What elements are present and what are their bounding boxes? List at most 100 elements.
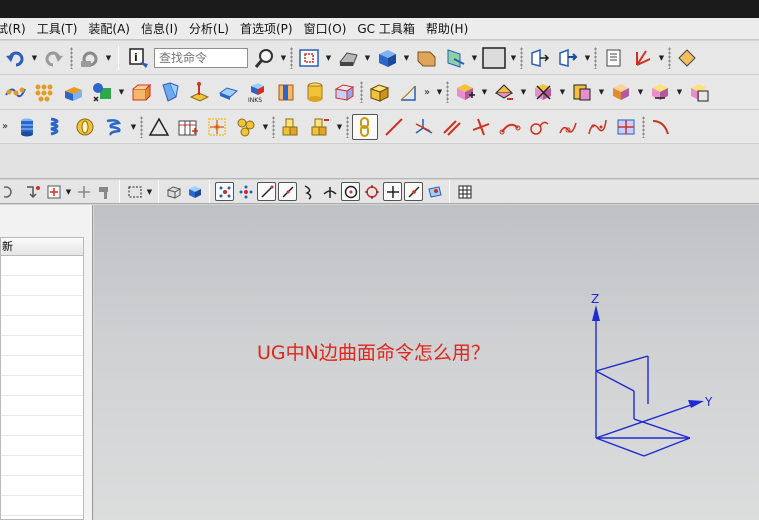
toolbar-grip[interactable] bbox=[70, 46, 73, 69]
sync-tool-2[interactable] bbox=[491, 79, 517, 105]
move-object-button[interactable] bbox=[526, 45, 552, 71]
snap-center-toggle[interactable] bbox=[341, 182, 360, 201]
snap-endpoint-toggle[interactable] bbox=[215, 182, 234, 201]
sync-tool-6-dropdown-arrow[interactable]: ▼ bbox=[676, 88, 683, 96]
undo-button[interactable] bbox=[2, 45, 28, 71]
shaded-view-dropdown-arrow[interactable]: ▼ bbox=[403, 54, 410, 62]
menu-debug[interactable]: 试(R) bbox=[0, 20, 35, 37]
snap-point-toggle[interactable] bbox=[383, 182, 402, 201]
curve-tool-9[interactable] bbox=[278, 114, 304, 140]
sync-tool-1[interactable] bbox=[452, 79, 478, 105]
table-row[interactable] bbox=[1, 416, 83, 436]
curve-tool-4-dropdown-arrow[interactable]: ▼ bbox=[130, 123, 137, 131]
search-dropdown-arrow[interactable]: ▼ bbox=[280, 54, 287, 62]
feature-tool-14[interactable] bbox=[395, 79, 421, 105]
toolbar-grip[interactable] bbox=[290, 46, 293, 69]
snap-intersection-toggle[interactable] bbox=[320, 182, 339, 201]
toolbar-grip[interactable] bbox=[272, 115, 275, 138]
curve-tool-14[interactable] bbox=[439, 114, 465, 140]
coordinate-system-button[interactable] bbox=[629, 45, 655, 71]
feature-tool-9[interactable]: INKS bbox=[244, 79, 270, 105]
select-tool-1[interactable] bbox=[2, 182, 21, 201]
menu-help[interactable]: 帮助(H) bbox=[426, 20, 477, 37]
toolbar-grip[interactable] bbox=[642, 115, 645, 138]
snap-line-toggle[interactable] bbox=[257, 182, 276, 201]
select-tool-4[interactable] bbox=[74, 182, 93, 201]
table-row[interactable] bbox=[1, 496, 83, 516]
wcs-display-button[interactable] bbox=[442, 45, 468, 71]
sync-tool-1-dropdown-arrow[interactable]: ▼ bbox=[481, 88, 488, 96]
table-row[interactable] bbox=[1, 476, 83, 496]
feature-tool-1[interactable] bbox=[2, 79, 28, 105]
render-style-dropdown-arrow[interactable]: ▼ bbox=[364, 54, 371, 62]
curve-tool-13[interactable] bbox=[410, 114, 436, 140]
sync-tool-4-dropdown-arrow[interactable]: ▼ bbox=[598, 88, 605, 96]
curve-tool-15[interactable] bbox=[468, 114, 494, 140]
feature-tool-13[interactable] bbox=[366, 79, 392, 105]
feature-tool-12[interactable] bbox=[331, 79, 357, 105]
menu-preferences[interactable]: 首选项(P) bbox=[240, 20, 302, 37]
search-button[interactable] bbox=[251, 45, 277, 71]
feature-tool-5[interactable] bbox=[128, 79, 154, 105]
toolbar-grip[interactable] bbox=[520, 46, 523, 69]
toolbar-overflow-dropdown-arrow[interactable]: ▼ bbox=[436, 88, 443, 96]
sync-tool-3[interactable] bbox=[530, 79, 556, 105]
view-tool-1[interactable] bbox=[164, 182, 183, 201]
render-style-button[interactable] bbox=[335, 45, 361, 71]
feature-tool-11[interactable] bbox=[302, 79, 328, 105]
datum-csys-triad[interactable]: Z Y bbox=[570, 293, 720, 483]
curve-tool-21[interactable] bbox=[648, 114, 674, 140]
curve-tool-19[interactable] bbox=[584, 114, 610, 140]
sync-tool-3-dropdown-arrow[interactable]: ▼ bbox=[559, 88, 566, 96]
curve-tool-11[interactable] bbox=[352, 113, 378, 140]
select-box-dropdown-arrow[interactable]: ▼ bbox=[146, 188, 153, 196]
view-tool-2[interactable] bbox=[185, 182, 204, 201]
curve-tool-1[interactable] bbox=[14, 114, 40, 140]
curve-tool-20[interactable] bbox=[613, 114, 639, 140]
menu-information[interactable]: 信息(I) bbox=[141, 20, 187, 37]
table-row[interactable] bbox=[1, 376, 83, 396]
background-color-button[interactable] bbox=[481, 45, 507, 71]
select-box-button[interactable] bbox=[125, 182, 144, 201]
curve-tool-18[interactable] bbox=[555, 114, 581, 140]
curve-tool-10-dropdown-arrow[interactable]: ▼ bbox=[336, 123, 343, 131]
navigator-column-header[interactable]: 新 bbox=[1, 238, 83, 256]
feature-tool-7[interactable] bbox=[186, 79, 212, 105]
repeat-dropdown-arrow[interactable]: ▼ bbox=[105, 54, 112, 62]
toolbar-grip[interactable] bbox=[668, 46, 671, 69]
snap-arc-toggle[interactable] bbox=[299, 182, 318, 201]
toolbar-grip[interactable] bbox=[594, 46, 597, 69]
graphics-viewport[interactable]: UG中N边曲面命令怎么用？ Z Y bbox=[94, 205, 759, 520]
coordinate-dropdown-arrow[interactable]: ▼ bbox=[658, 54, 665, 62]
sync-tool-5[interactable] bbox=[608, 79, 634, 105]
command-finder-button[interactable]: i bbox=[125, 45, 151, 71]
curve-tool-2[interactable] bbox=[43, 114, 69, 140]
snap-quadrant-toggle[interactable] bbox=[362, 182, 381, 201]
table-row[interactable] bbox=[1, 296, 83, 316]
fit-view-button[interactable] bbox=[296, 45, 322, 71]
feature-tool-10[interactable] bbox=[273, 79, 299, 105]
menu-gc-toolbox[interactable]: GC 工具箱 bbox=[357, 20, 424, 37]
undo-dropdown-arrow[interactable]: ▼ bbox=[31, 54, 38, 62]
select-tool-3-dropdown-arrow[interactable]: ▼ bbox=[65, 188, 72, 196]
table-row[interactable] bbox=[1, 436, 83, 456]
menu-window[interactable]: 窗口(O) bbox=[304, 20, 356, 37]
snap-midpoint-toggle[interactable] bbox=[236, 182, 255, 201]
select-tool-3[interactable] bbox=[44, 182, 63, 201]
table-row[interactable] bbox=[1, 336, 83, 356]
curve-tool-16[interactable] bbox=[497, 114, 523, 140]
table-row[interactable] bbox=[1, 276, 83, 296]
curve-tool-3[interactable] bbox=[72, 114, 98, 140]
toolbar-overflow-chevron[interactable]: » bbox=[424, 87, 433, 98]
snap-curve-toggle[interactable] bbox=[278, 182, 297, 201]
sync-tool-6[interactable] bbox=[647, 79, 673, 105]
transform-dropdown-arrow[interactable]: ▼ bbox=[584, 54, 591, 62]
feature-tool-2[interactable] bbox=[31, 79, 57, 105]
part-navigator-button[interactable] bbox=[600, 45, 626, 71]
wcs-dropdown-arrow[interactable]: ▼ bbox=[471, 54, 478, 62]
curve-tool-8-dropdown-arrow[interactable]: ▼ bbox=[262, 123, 269, 131]
snap-on-face-toggle[interactable] bbox=[425, 182, 444, 201]
extra-tool-button[interactable] bbox=[674, 45, 700, 71]
curve-tool-5[interactable] bbox=[146, 114, 172, 140]
sync-tool-4[interactable] bbox=[569, 79, 595, 105]
